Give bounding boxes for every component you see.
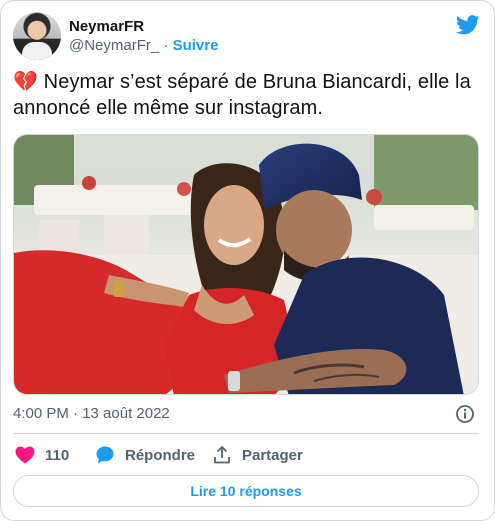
timestamp[interactable]: 4:00 PM · 13 août 2022 <box>13 405 170 422</box>
separator: · <box>159 37 173 54</box>
reply-button[interactable]: Répondre <box>95 443 195 467</box>
reply-bubble-icon <box>96 446 114 464</box>
author-display-name[interactable]: NeymarFR <box>69 17 218 36</box>
twitter-bird-icon[interactable] <box>456 15 480 35</box>
heart-icon <box>15 446 35 464</box>
action-bar: 110 Répondre Partager <box>13 443 479 467</box>
share-icon <box>214 446 230 464</box>
broken-heart-emoji: 💔 <box>13 71 39 93</box>
info-icon[interactable] <box>455 404 475 424</box>
tweet-meta: 4:00 PM · 13 août 2022 <box>13 404 479 424</box>
divider <box>13 433 479 434</box>
read-replies-button[interactable]: Lire 10 réponses <box>13 475 479 507</box>
share-button[interactable]: Partager <box>212 443 303 467</box>
tweet-card: NeymarFR @NeymarFr_ · Suivre 💔 Neymar s’… <box>0 0 495 521</box>
tweet-body: Neymar s’est séparé de Bruna Biancardi, … <box>13 71 471 119</box>
photo-illustration <box>14 135 478 394</box>
tweet-photo[interactable] <box>13 134 479 395</box>
follow-button[interactable]: Suivre <box>173 37 219 54</box>
share-label: Partager <box>242 446 303 464</box>
like-count: 110 <box>45 446 70 464</box>
author-handle[interactable]: @NeymarFr_ <box>69 37 159 54</box>
handle-row: @NeymarFr_ · Suivre <box>69 36 218 56</box>
reply-label: Répondre <box>125 446 196 464</box>
author-info: NeymarFR @NeymarFr_ · Suivre <box>69 17 218 56</box>
like-button[interactable]: 110 <box>15 443 69 467</box>
tweet-header: NeymarFR @NeymarFr_ · Suivre <box>13 11 484 63</box>
tweet-text: 💔 Neymar s’est séparé de Bruna Biancardi… <box>13 69 475 121</box>
avatar[interactable] <box>13 12 61 60</box>
